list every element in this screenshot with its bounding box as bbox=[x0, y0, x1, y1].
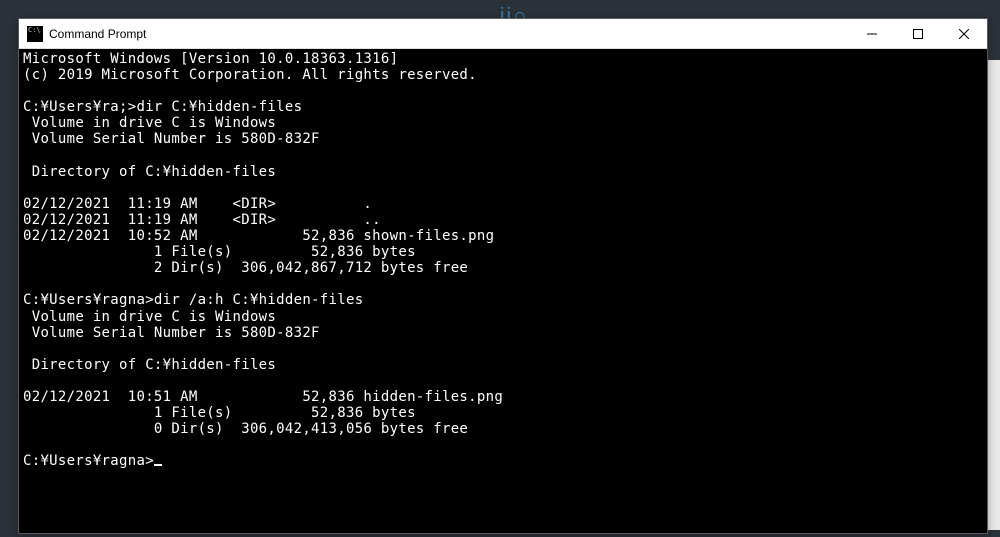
background-panel bbox=[988, 60, 1000, 530]
maximize-button[interactable] bbox=[895, 19, 941, 48]
command-prompt-window: C:\ Command Prompt Microsoft Windows [Ve… bbox=[18, 18, 988, 534]
minimize-button[interactable] bbox=[849, 19, 895, 48]
cursor bbox=[154, 464, 162, 466]
window-controls bbox=[849, 19, 987, 48]
terminal-area[interactable]: Microsoft Windows [Version 10.0.18363.13… bbox=[19, 49, 987, 533]
cmd-icon: C:\ bbox=[27, 26, 43, 42]
close-button[interactable] bbox=[941, 19, 987, 48]
titlebar[interactable]: C:\ Command Prompt bbox=[19, 19, 987, 49]
window-title: Command Prompt bbox=[49, 27, 849, 41]
terminal-output: Microsoft Windows [Version 10.0.18363.13… bbox=[23, 51, 503, 469]
